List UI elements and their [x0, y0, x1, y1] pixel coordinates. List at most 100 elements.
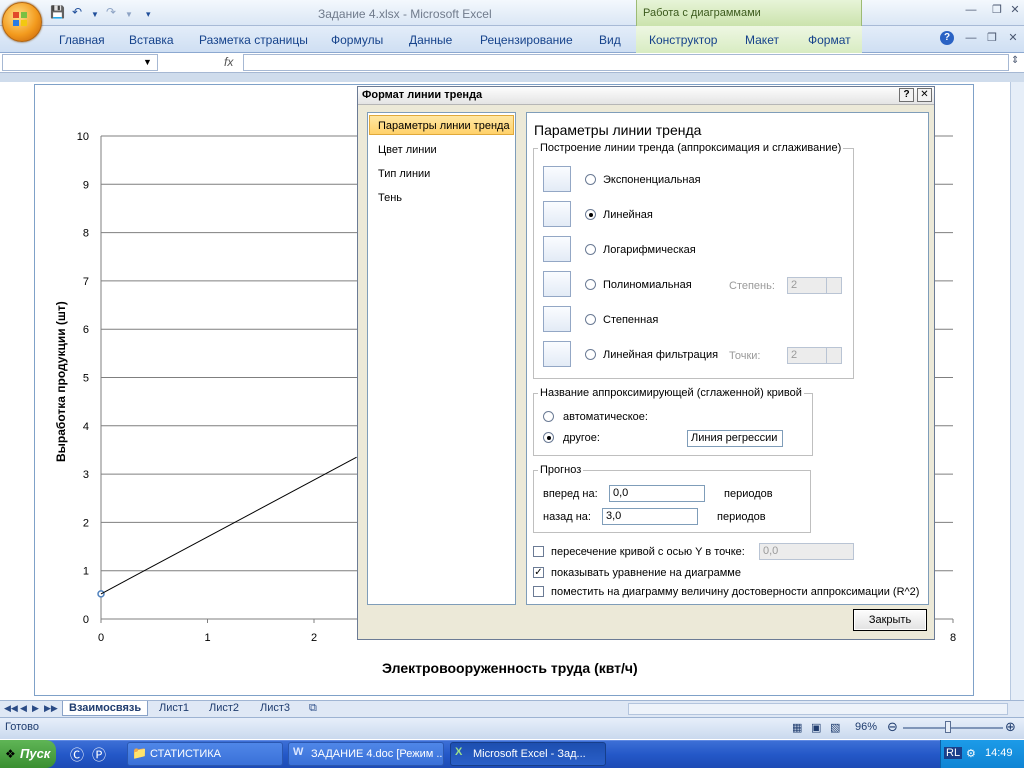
formula-input[interactable] [243, 54, 1009, 71]
tab-review[interactable]: Рецензирование [480, 33, 573, 47]
save-icon[interactable]: 💾 [50, 5, 65, 19]
zoom-slider[interactable] [903, 727, 1003, 729]
nav-item-line-color[interactable]: Цвет линии [378, 144, 437, 156]
zoom-out-icon[interactable]: ⊖ [887, 719, 898, 735]
radio-exponential[interactable] [585, 174, 596, 185]
zoom-level[interactable]: 96% [855, 721, 877, 733]
forward-label: вперед на: [543, 488, 598, 500]
trend-name-input[interactable]: Линия регрессии [687, 430, 783, 447]
close-icon[interactable]: ✕ [1008, 3, 1022, 17]
tab-view[interactable]: Вид [599, 33, 621, 47]
backward-input[interactable]: 3,0 [602, 508, 698, 525]
undo-dropdown-icon[interactable]: ▼ [91, 8, 99, 22]
tab-format[interactable]: Формат [808, 33, 851, 47]
start-label: Пуск [20, 746, 51, 761]
nav-item-shadow[interactable]: Тень [378, 192, 402, 204]
label-power[interactable]: Степенная [603, 314, 658, 326]
radio-logarithmic[interactable] [585, 244, 596, 255]
tray-icon[interactable]: ⚙ [966, 747, 976, 760]
sheet-tab[interactable]: Лист1 [153, 701, 195, 716]
intercept-input: 0,0 [759, 543, 854, 560]
chart-x-tick-label: 2 [311, 632, 317, 644]
nav-item-trendline-options[interactable]: Параметры линии тренда [378, 120, 510, 132]
sheet-tab[interactable]: Лист2 [203, 701, 245, 716]
first-sheet-icon[interactable]: ◀◀ [4, 703, 18, 714]
label-logarithmic[interactable]: Логарифмическая [603, 244, 696, 256]
chart-y-tick-label: 9 [83, 179, 89, 191]
page-layout-view-icon[interactable]: ▣ [811, 721, 821, 734]
label-moving-average[interactable]: Линейная фильтрация [603, 349, 718, 361]
dialog-close-icon[interactable]: ✕ [917, 88, 932, 102]
vertical-scrollbar[interactable] [1010, 82, 1024, 700]
show-r2-label[interactable]: поместить на диаграмму величину достовер… [551, 586, 919, 598]
ie-icon[interactable]: Ⓒ [70, 745, 84, 765]
chart-y-tick-label: 3 [83, 469, 89, 481]
close-button[interactable]: Закрыть [853, 609, 927, 631]
expand-formula-icon[interactable]: ⇕ [1011, 55, 1019, 66]
nav-item-line-style[interactable]: Тип линии [378, 168, 430, 180]
chart-x-tick-label: 0 [98, 632, 104, 644]
minimize-icon[interactable]: — [964, 3, 978, 17]
chart-y-ticks: 0 1 2 3 4 5 6 7 8 9 10 [77, 131, 89, 626]
show-r2-checkbox[interactable] [533, 586, 544, 597]
ribbon-restore-icon[interactable]: ❐ [985, 31, 999, 45]
horizontal-scrollbar[interactable] [628, 703, 1008, 715]
chart-y-tick-label: 0 [83, 614, 89, 626]
undo-icon[interactable]: ↶ [72, 5, 82, 19]
zoom-slider-thumb[interactable] [945, 721, 951, 733]
tab-formulas[interactable]: Формулы [331, 33, 383, 47]
ribbon-minimize-icon[interactable]: — [964, 31, 978, 45]
next-sheet-icon[interactable]: ▶ [32, 703, 39, 714]
name-box[interactable] [2, 54, 158, 71]
radio-linear[interactable] [585, 209, 596, 220]
insert-sheet-icon[interactable]: ⧉ [309, 702, 317, 715]
language-indicator[interactable]: RL [944, 747, 963, 759]
name-box-dropdown-icon[interactable]: ▼ [143, 57, 152, 67]
customize-toolbar-icon[interactable]: ▾ [146, 7, 151, 21]
taskbar-item-excel[interactable]: Microsoft Excel - Зад... [450, 742, 606, 766]
chart-y-tick-label: 1 [83, 566, 89, 578]
intercept-label[interactable]: пересечение кривой с осью Y в точке: [551, 546, 745, 558]
tab-page-layout[interactable]: Разметка страницы [199, 33, 308, 47]
fx-icon[interactable]: fx [224, 55, 233, 69]
tab-insert[interactable]: Вставка [129, 33, 174, 47]
label-name-custom[interactable]: другое: [563, 432, 600, 444]
zoom-in-icon[interactable]: ⊕ [1005, 719, 1016, 735]
restore-icon[interactable]: ❐ [990, 3, 1004, 17]
help-icon[interactable]: ? [940, 31, 954, 45]
label-exponential[interactable]: Экспоненциальная [603, 174, 701, 186]
normal-view-icon[interactable]: ▦ [792, 721, 802, 734]
logarithmic-trend-icon [543, 236, 571, 262]
tab-design[interactable]: Конструктор [649, 33, 717, 47]
radio-name-auto[interactable] [543, 411, 554, 422]
taskbar-item-word[interactable]: ЗАДАНИЕ 4.doc [Режим ... [288, 742, 444, 766]
tab-layout[interactable]: Макет [745, 33, 779, 47]
redo-dropdown-icon[interactable]: ▼ [125, 8, 133, 22]
radio-moving-average[interactable] [585, 349, 596, 360]
tab-home[interactable]: Главная [59, 33, 105, 47]
intercept-checkbox[interactable] [533, 546, 544, 557]
last-sheet-icon[interactable]: ▶▶ [44, 703, 58, 714]
label-linear[interactable]: Линейная [603, 209, 653, 221]
page-break-view-icon[interactable]: ▧ [830, 721, 840, 734]
show-equation-label[interactable]: показывать уравнение на диаграмме [551, 567, 741, 579]
ribbon-close-icon[interactable]: ✕ [1006, 31, 1020, 45]
label-polynomial[interactable]: Полиномиальная [603, 279, 692, 291]
label-name-auto[interactable]: автоматическое: [563, 411, 648, 423]
show-equation-checkbox[interactable]: ✓ [533, 567, 544, 578]
radio-polynomial[interactable] [585, 279, 596, 290]
redo-icon[interactable]: ↷ [106, 5, 116, 19]
sheet-tab-active[interactable]: Взаимосвязь [62, 701, 149, 716]
quicklaunch-icon[interactable]: Ⓟ [92, 745, 106, 765]
forward-input[interactable]: 0,0 [609, 485, 705, 502]
sheet-tab[interactable]: Лист3 [254, 701, 296, 716]
prev-sheet-icon[interactable]: ◀ [20, 703, 27, 714]
dialog-help-button[interactable]: ? [899, 88, 914, 102]
windows-logo-icon: ❖ [5, 747, 16, 761]
radio-power[interactable] [585, 314, 596, 325]
radio-name-custom[interactable] [543, 432, 554, 443]
tab-data[interactable]: Данные [409, 33, 452, 47]
taskbar-item-statistics[interactable]: СТАТИСТИКА [127, 742, 283, 766]
trend-name-group-label: Название аппроксимирующей (сглаженной) к… [538, 387, 804, 399]
chart-x-tick-label: 1 [204, 632, 210, 644]
